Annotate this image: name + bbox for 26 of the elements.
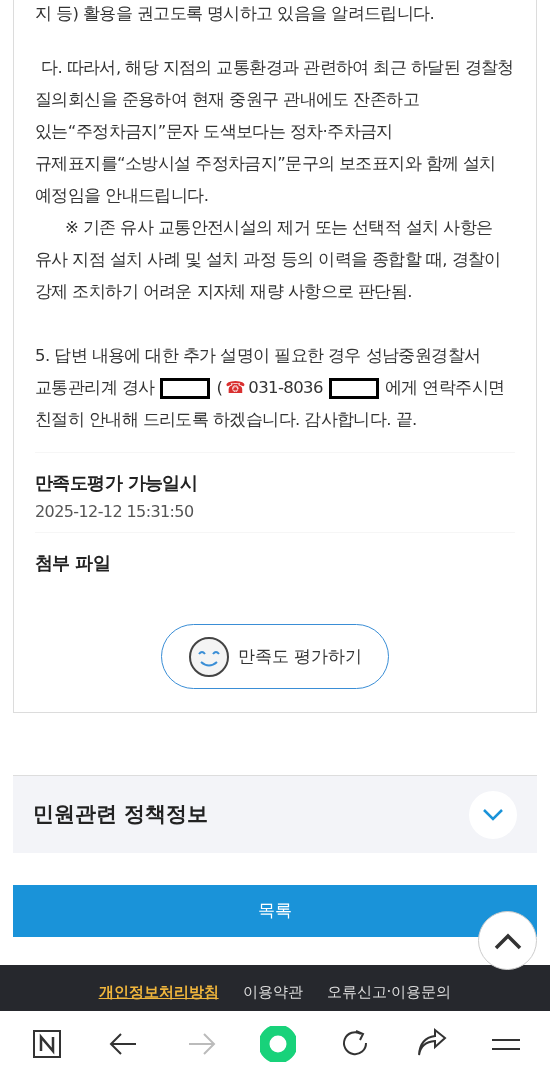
answer-text: 교통관리계 경사 bbox=[35, 377, 155, 399]
rate-button[interactable]: 만족도 평가하기 bbox=[161, 624, 389, 689]
answer-text: 친절히 안내해 드리도록 하겠습니다. 감사합니다. 끝. bbox=[35, 409, 417, 431]
answer-text: 에게 연락주시면 bbox=[384, 377, 505, 399]
ring-icon bbox=[260, 1026, 296, 1062]
expand-button[interactable] bbox=[469, 790, 517, 839]
answer-paragraph: 다. 따라서, 해당 지점의 교통환경과 관련하여 최근 하달된 경찰청 질의회신을 준용하여 현재 중원구 관내에도 잔존하고 있는“주정차금지”문자 도색보다는 정차·주차금지 규제표지를“소방시설 주정차금지”문구의 보조표지와 함께 설치 예정임을 안내드립니다. bbox=[35, 57, 515, 207]
phone-icon: ☎ bbox=[225, 372, 246, 404]
field-label: 만족도평가 가능일시 bbox=[35, 471, 199, 495]
smiley-icon bbox=[187, 635, 230, 678]
chevron-down-icon bbox=[482, 807, 504, 822]
redaction-box bbox=[160, 377, 211, 399]
footer-link[interactable]: 이용약관 bbox=[242, 980, 303, 1004]
answer-paragraph: 지 등) 활용을 권고도록 명시하고 있음을 알려드립니다. bbox=[35, 3, 436, 25]
panel-title: 민원관련 정책정보 bbox=[33, 800, 209, 828]
answer-text: ( bbox=[216, 377, 223, 399]
answer-text: 031-8036 bbox=[248, 377, 323, 399]
footer-link[interactable]: 개인정보처리방침 bbox=[98, 980, 219, 1004]
field-label: 첨부 파일 bbox=[35, 551, 112, 575]
answer-paragraph: ※ 기존 유사 교통안전시설의 제거 또는 선택적 설치 사항은 유사 지점 설치 사례 및 설치 과정 등의 이력을 종합할 때, 경찰이 강제 조치하기 어려운 지자체 재량 사항으로 판단됨. bbox=[35, 217, 502, 303]
footer-link[interactable]: 오류신고·이용문의 bbox=[326, 980, 452, 1004]
redaction-box bbox=[328, 377, 379, 399]
answer-text: 5. 답변 내용에 대한 추가 설명이 필요한 경우 성남중원경찰서 bbox=[35, 345, 481, 367]
chevron-up-icon bbox=[492, 931, 523, 950]
date-value: 2025-12-12 15:31:50 bbox=[35, 501, 195, 523]
menu-icon bbox=[491, 1038, 522, 1050]
